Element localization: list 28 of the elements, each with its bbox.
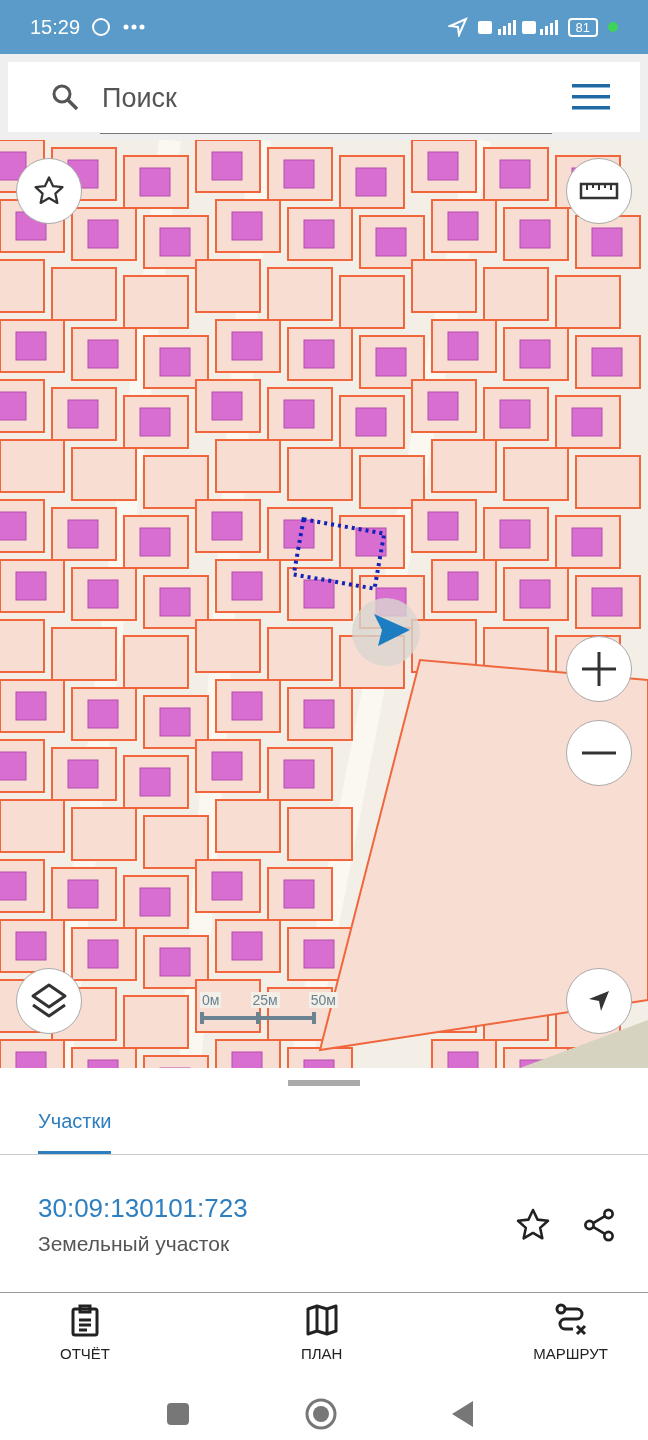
status-time: 15:29: [30, 15, 81, 39]
signal-icon: [477, 17, 558, 37]
search-icon[interactable]: [50, 82, 80, 112]
back-button[interactable]: [452, 1401, 474, 1427]
route-icon: [553, 1303, 588, 1337]
plus-icon: [579, 649, 619, 689]
scale-label: 0м: [200, 992, 222, 1008]
parcels-tab[interactable]: Участки: [38, 1096, 112, 1154]
report-button[interactable]: ОТЧЁТ: [60, 1303, 110, 1362]
minus-icon: [579, 751, 619, 755]
recents-button[interactable]: [166, 1402, 190, 1426]
search-field[interactable]: Поиск: [8, 62, 640, 132]
cadastral-number[interactable]: 30:09:130101:723: [38, 1193, 486, 1224]
drag-handle[interactable]: [288, 1080, 360, 1086]
route-button[interactable]: МАРШРУТ: [533, 1303, 608, 1362]
parcel-type: Земельный участок: [38, 1232, 231, 1256]
map-icon: [304, 1303, 339, 1337]
more-icon: [122, 23, 147, 31]
home-button[interactable]: [305, 1398, 337, 1430]
scale-label: 25м: [250, 992, 280, 1008]
navigation-arrow-icon: [588, 990, 610, 1012]
ruler-icon: [579, 180, 619, 202]
status-dot-icon: [608, 22, 618, 32]
location-icon: [447, 17, 468, 37]
battery-level: 81: [567, 17, 598, 37]
scale-label: 50м: [308, 992, 338, 1008]
menu-icon[interactable]: [572, 83, 610, 111]
map-button[interactable]: ПЛАН: [300, 1303, 343, 1362]
